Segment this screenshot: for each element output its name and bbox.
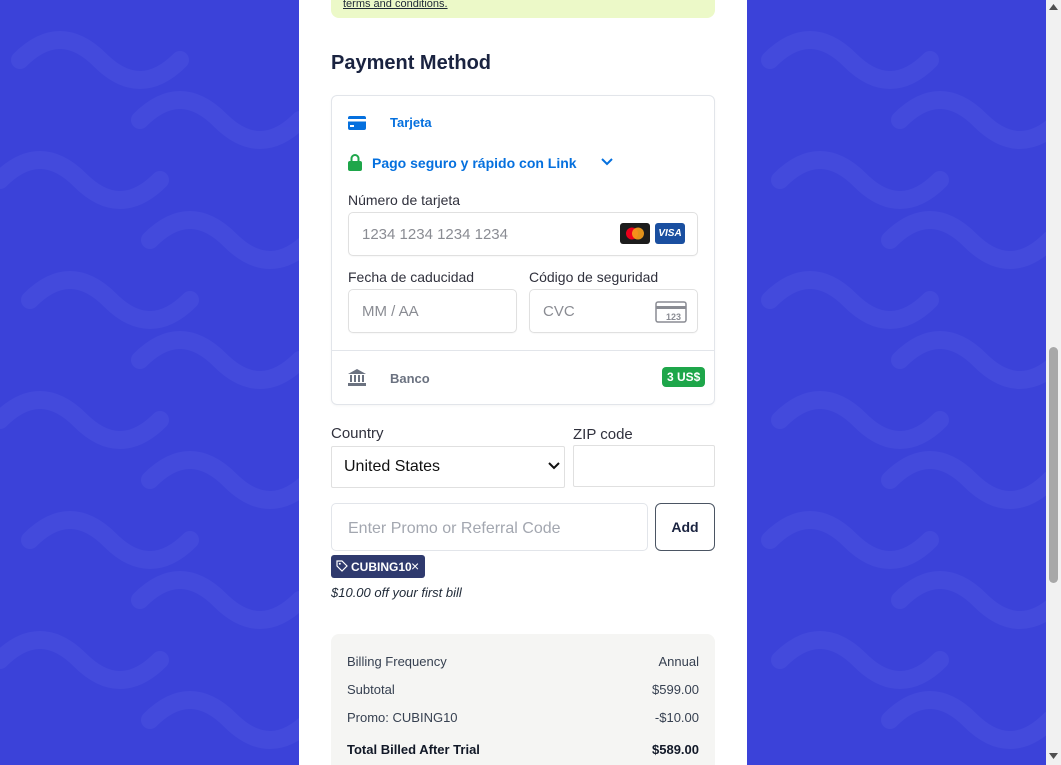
scroll-down-arrow-icon[interactable]: [1049, 752, 1058, 760]
summary-row-value: Annual: [658, 654, 699, 669]
applied-promo-tag: CUBING10 ×: [331, 555, 425, 578]
country-label: Country: [331, 425, 384, 442]
zip-label: ZIP code: [573, 426, 633, 443]
cvc-card-icon: 123: [655, 301, 687, 323]
summary-total-label: Total Billed After Trial: [347, 742, 480, 757]
scrollbar-thumb[interactable]: [1049, 347, 1058, 583]
tab-bank[interactable]: Banco 3 US$: [332, 350, 714, 405]
promo-code-label: CUBING10: [351, 560, 412, 574]
summary-total-value: $589.00: [652, 742, 699, 757]
payment-element: Tarjeta Pago seguro y rápido con Link Nú…: [331, 95, 715, 405]
cvc-placeholder: CVC: [543, 303, 575, 320]
tab-card[interactable]: Tarjeta: [332, 96, 714, 136]
credit-card-icon: [348, 116, 366, 130]
country-value: United States: [344, 458, 441, 475]
cvc-label: Código de seguridad: [529, 269, 659, 285]
summary-row-value: -$10.00: [654, 710, 699, 725]
terms-link[interactable]: terms and conditions.: [343, 0, 448, 10]
promo-note: $10.00 off your first bill: [331, 585, 462, 600]
visa-icon: VISA: [655, 223, 685, 244]
summary-row-label: Promo: CUBING10: [347, 710, 458, 725]
tab-card-label: Tarjeta: [390, 115, 432, 130]
cvc-input[interactable]: CVC 123: [529, 289, 698, 333]
add-promo-button[interactable]: Add: [655, 503, 715, 551]
summary-row-label: Subtotal: [347, 682, 395, 697]
card-number-placeholder: 1234 1234 1234 1234: [362, 226, 508, 243]
chevron-down-icon: [601, 158, 613, 166]
link-label: Pago seguro y rápido con Link: [372, 155, 577, 171]
summary-row: Promo: CUBING10 -$10.00: [347, 710, 699, 730]
zip-input[interactable]: [573, 445, 715, 487]
summary-row: Billing Frequency Annual: [347, 654, 699, 674]
summary-row-value: $599.00: [652, 682, 699, 697]
summary-total-row: Total Billed After Trial $589.00: [347, 742, 699, 762]
cvc-icon-text: 123: [666, 312, 681, 322]
promo-placeholder: Enter Promo or Referral Code: [348, 520, 561, 537]
expiry-label: Fecha de caducidad: [348, 269, 475, 285]
card-number-label: Número de tarjeta: [348, 192, 461, 208]
mastercard-icon: [620, 223, 650, 244]
expiry-placeholder: MM / AA: [362, 303, 419, 320]
chevron-down-icon: [548, 462, 560, 470]
scroll-up-arrow-icon[interactable]: [1049, 3, 1058, 11]
terms-banner: terms and conditions.: [331, 0, 715, 18]
expiry-input[interactable]: MM / AA: [348, 289, 517, 333]
payment-method-title: Payment Method: [331, 52, 492, 74]
promo-code-input[interactable]: Enter Promo or Referral Code: [331, 503, 648, 551]
country-select[interactable]: United States: [331, 446, 565, 488]
page-scrollbar[interactable]: [1046, 0, 1061, 765]
card-number-input[interactable]: 1234 1234 1234 1234 VISA: [348, 212, 698, 256]
tag-icon: [336, 560, 348, 572]
bank-icon: [348, 369, 366, 386]
checkout-card: terms and conditions. Payment Method Tar…: [299, 0, 747, 765]
summary-row-label: Billing Frequency: [347, 654, 447, 669]
summary-row: Subtotal $599.00: [347, 682, 699, 702]
link-button[interactable]: Pago seguro y rápido con Link: [348, 154, 648, 174]
lock-icon: [348, 154, 362, 171]
order-summary: Billing Frequency Annual Subtotal $599.0…: [331, 634, 715, 765]
tab-bank-label: Banco: [390, 371, 430, 386]
bank-discount-badge: 3 US$: [662, 367, 706, 387]
remove-promo-icon[interactable]: ×: [411, 558, 419, 574]
